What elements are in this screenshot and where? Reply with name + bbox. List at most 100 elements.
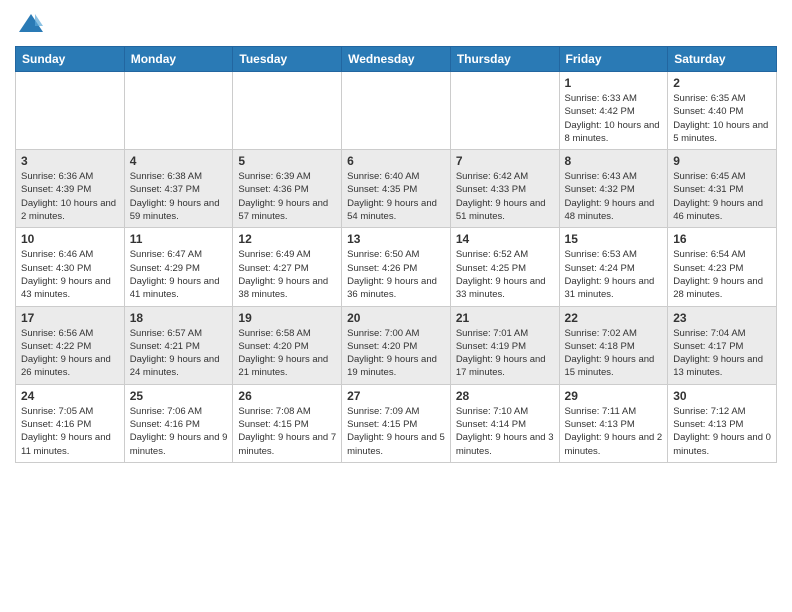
- day-number: 11: [130, 232, 228, 246]
- page: Sunday Monday Tuesday Wednesday Thursday…: [0, 0, 792, 612]
- table-row: 21 Sunrise: 7:01 AM Sunset: 4:19 PM Dayli…: [450, 306, 559, 384]
- day-number: 15: [565, 232, 663, 246]
- day-info: Sunrise: 6:38 AM Sunset: 4:37 PM Dayligh…: [130, 170, 228, 223]
- table-row: 4 Sunrise: 6:38 AM Sunset: 4:37 PM Daylig…: [124, 150, 233, 228]
- day-info: Sunrise: 6:46 AM Sunset: 4:30 PM Dayligh…: [21, 248, 119, 301]
- calendar-week-row: 24 Sunrise: 7:05 AM Sunset: 4:16 PM Dayli…: [16, 384, 777, 462]
- table-row: 27 Sunrise: 7:09 AM Sunset: 4:15 PM Dayli…: [342, 384, 451, 462]
- day-number: 9: [673, 154, 771, 168]
- table-row: 8 Sunrise: 6:43 AM Sunset: 4:32 PM Daylig…: [559, 150, 668, 228]
- day-info: Sunrise: 7:12 AM Sunset: 4:13 PM Dayligh…: [673, 405, 771, 458]
- day-info: Sunrise: 6:43 AM Sunset: 4:32 PM Dayligh…: [565, 170, 663, 223]
- day-info: Sunrise: 6:45 AM Sunset: 4:31 PM Dayligh…: [673, 170, 771, 223]
- table-row: 23Sunrise: 7:04 AM Sunset: 4:17 PM Dayli…: [668, 306, 777, 384]
- day-number: 21: [456, 311, 554, 325]
- day-number: 13: [347, 232, 445, 246]
- calendar-week-row: 3 Sunrise: 6:36 AM Sunset: 4:39 PM Daylig…: [16, 150, 777, 228]
- col-monday: Monday: [124, 47, 233, 72]
- day-info: Sunrise: 7:06 AM Sunset: 4:16 PM Dayligh…: [130, 405, 228, 458]
- table-row: 1 Sunrise: 6:33 AM Sunset: 4:42 PM Daylig…: [559, 72, 668, 150]
- calendar: Sunday Monday Tuesday Wednesday Thursday…: [15, 46, 777, 463]
- day-number: 16: [673, 232, 771, 246]
- calendar-week-row: 1 Sunrise: 6:33 AM Sunset: 4:42 PM Daylig…: [16, 72, 777, 150]
- table-row: 28 Sunrise: 7:10 AM Sunset: 4:14 PM Dayli…: [450, 384, 559, 462]
- day-number: 22: [565, 311, 663, 325]
- table-row: 18 Sunrise: 6:57 AM Sunset: 4:21 PM Dayli…: [124, 306, 233, 384]
- table-row: [16, 72, 125, 150]
- day-number: 29: [565, 389, 663, 403]
- day-info: Sunrise: 6:54 AM Sunset: 4:23 PM Dayligh…: [673, 248, 771, 301]
- day-info: Sunrise: 7:05 AM Sunset: 4:16 PM Dayligh…: [21, 405, 119, 458]
- day-number: 30: [673, 389, 771, 403]
- table-row: 19 Sunrise: 6:58 AM Sunset: 4:20 PM Dayli…: [233, 306, 342, 384]
- logo: [15, 10, 45, 38]
- day-info: Sunrise: 6:33 AM Sunset: 4:42 PM Dayligh…: [565, 92, 663, 145]
- day-number: 14: [456, 232, 554, 246]
- col-friday: Friday: [559, 47, 668, 72]
- table-row: 9 Sunrise: 6:45 AM Sunset: 4:31 PM Daylig…: [668, 150, 777, 228]
- table-row: 6 Sunrise: 6:40 AM Sunset: 4:35 PM Daylig…: [342, 150, 451, 228]
- col-sunday: Sunday: [16, 47, 125, 72]
- table-row: [124, 72, 233, 150]
- table-row: 13 Sunrise: 6:50 AM Sunset: 4:26 PM Dayli…: [342, 228, 451, 306]
- day-number: 4: [130, 154, 228, 168]
- day-info: Sunrise: 7:01 AM Sunset: 4:19 PM Dayligh…: [456, 327, 554, 380]
- day-info: Sunrise: 6:50 AM Sunset: 4:26 PM Dayligh…: [347, 248, 445, 301]
- table-row: 29 Sunrise: 7:11 AM Sunset: 4:13 PM Dayli…: [559, 384, 668, 462]
- col-saturday: Saturday: [668, 47, 777, 72]
- logo-icon: [17, 10, 45, 38]
- col-tuesday: Tuesday: [233, 47, 342, 72]
- day-info: Sunrise: 7:11 AM Sunset: 4:13 PM Dayligh…: [565, 405, 663, 458]
- table-row: 12Sunrise: 6:49 AM Sunset: 4:27 PM Dayli…: [233, 228, 342, 306]
- day-number: 8: [565, 154, 663, 168]
- table-row: 30 Sunrise: 7:12 AM Sunset: 4:13 PM Dayli…: [668, 384, 777, 462]
- day-info: Sunrise: 7:09 AM Sunset: 4:15 PM Dayligh…: [347, 405, 445, 458]
- day-info: Sunrise: 6:57 AM Sunset: 4:21 PM Dayligh…: [130, 327, 228, 380]
- day-info: Sunrise: 6:58 AM Sunset: 4:20 PM Dayligh…: [238, 327, 336, 380]
- col-thursday: Thursday: [450, 47, 559, 72]
- day-info: Sunrise: 6:39 AM Sunset: 4:36 PM Dayligh…: [238, 170, 336, 223]
- day-info: Sunrise: 6:47 AM Sunset: 4:29 PM Dayligh…: [130, 248, 228, 301]
- day-info: Sunrise: 6:42 AM Sunset: 4:33 PM Dayligh…: [456, 170, 554, 223]
- day-number: 3: [21, 154, 119, 168]
- day-number: 12: [238, 232, 336, 246]
- table-row: 2 Sunrise: 6:35 AM Sunset: 4:40 PM Daylig…: [668, 72, 777, 150]
- table-row: 3 Sunrise: 6:36 AM Sunset: 4:39 PM Daylig…: [16, 150, 125, 228]
- day-number: 17: [21, 311, 119, 325]
- day-number: 28: [456, 389, 554, 403]
- day-number: 2: [673, 76, 771, 90]
- table-row: 22 Sunrise: 7:02 AM Sunset: 4:18 PM Dayli…: [559, 306, 668, 384]
- day-info: Sunrise: 7:08 AM Sunset: 4:15 PM Dayligh…: [238, 405, 336, 458]
- day-number: 18: [130, 311, 228, 325]
- table-row: [450, 72, 559, 150]
- table-row: 15 Sunrise: 6:53 AM Sunset: 4:24 PM Dayli…: [559, 228, 668, 306]
- day-info: Sunrise: 7:02 AM Sunset: 4:18 PM Dayligh…: [565, 327, 663, 380]
- day-number: 24: [21, 389, 119, 403]
- col-wednesday: Wednesday: [342, 47, 451, 72]
- day-info: Sunrise: 6:40 AM Sunset: 4:35 PM Dayligh…: [347, 170, 445, 223]
- calendar-week-row: 10 Sunrise: 6:46 AM Sunset: 4:30 PM Dayli…: [16, 228, 777, 306]
- day-number: 27: [347, 389, 445, 403]
- table-row: 7Sunrise: 6:42 AM Sunset: 4:33 PM Daylig…: [450, 150, 559, 228]
- calendar-week-row: 17Sunrise: 6:56 AM Sunset: 4:22 PM Dayli…: [16, 306, 777, 384]
- table-row: 25Sunrise: 7:06 AM Sunset: 4:16 PM Dayli…: [124, 384, 233, 462]
- table-row: 14 Sunrise: 6:52 AM Sunset: 4:25 PM Dayli…: [450, 228, 559, 306]
- day-number: 10: [21, 232, 119, 246]
- day-number: 6: [347, 154, 445, 168]
- table-row: 11 Sunrise: 6:47 AM Sunset: 4:29 PM Dayli…: [124, 228, 233, 306]
- day-info: Sunrise: 7:04 AM Sunset: 4:17 PM Dayligh…: [673, 327, 771, 380]
- calendar-header-row: Sunday Monday Tuesday Wednesday Thursday…: [16, 47, 777, 72]
- day-info: Sunrise: 6:53 AM Sunset: 4:24 PM Dayligh…: [565, 248, 663, 301]
- day-info: Sunrise: 7:10 AM Sunset: 4:14 PM Dayligh…: [456, 405, 554, 458]
- day-number: 20: [347, 311, 445, 325]
- table-row: 10 Sunrise: 6:46 AM Sunset: 4:30 PM Dayli…: [16, 228, 125, 306]
- day-number: 1: [565, 76, 663, 90]
- day-info: Sunrise: 6:36 AM Sunset: 4:39 PM Dayligh…: [21, 170, 119, 223]
- day-number: 19: [238, 311, 336, 325]
- day-number: 5: [238, 154, 336, 168]
- table-row: 26 Sunrise: 7:08 AM Sunset: 4:15 PM Dayli…: [233, 384, 342, 462]
- day-number: 26: [238, 389, 336, 403]
- day-info: Sunrise: 6:52 AM Sunset: 4:25 PM Dayligh…: [456, 248, 554, 301]
- day-info: Sunrise: 6:35 AM Sunset: 4:40 PM Dayligh…: [673, 92, 771, 145]
- table-row: 20Sunrise: 7:00 AM Sunset: 4:20 PM Dayli…: [342, 306, 451, 384]
